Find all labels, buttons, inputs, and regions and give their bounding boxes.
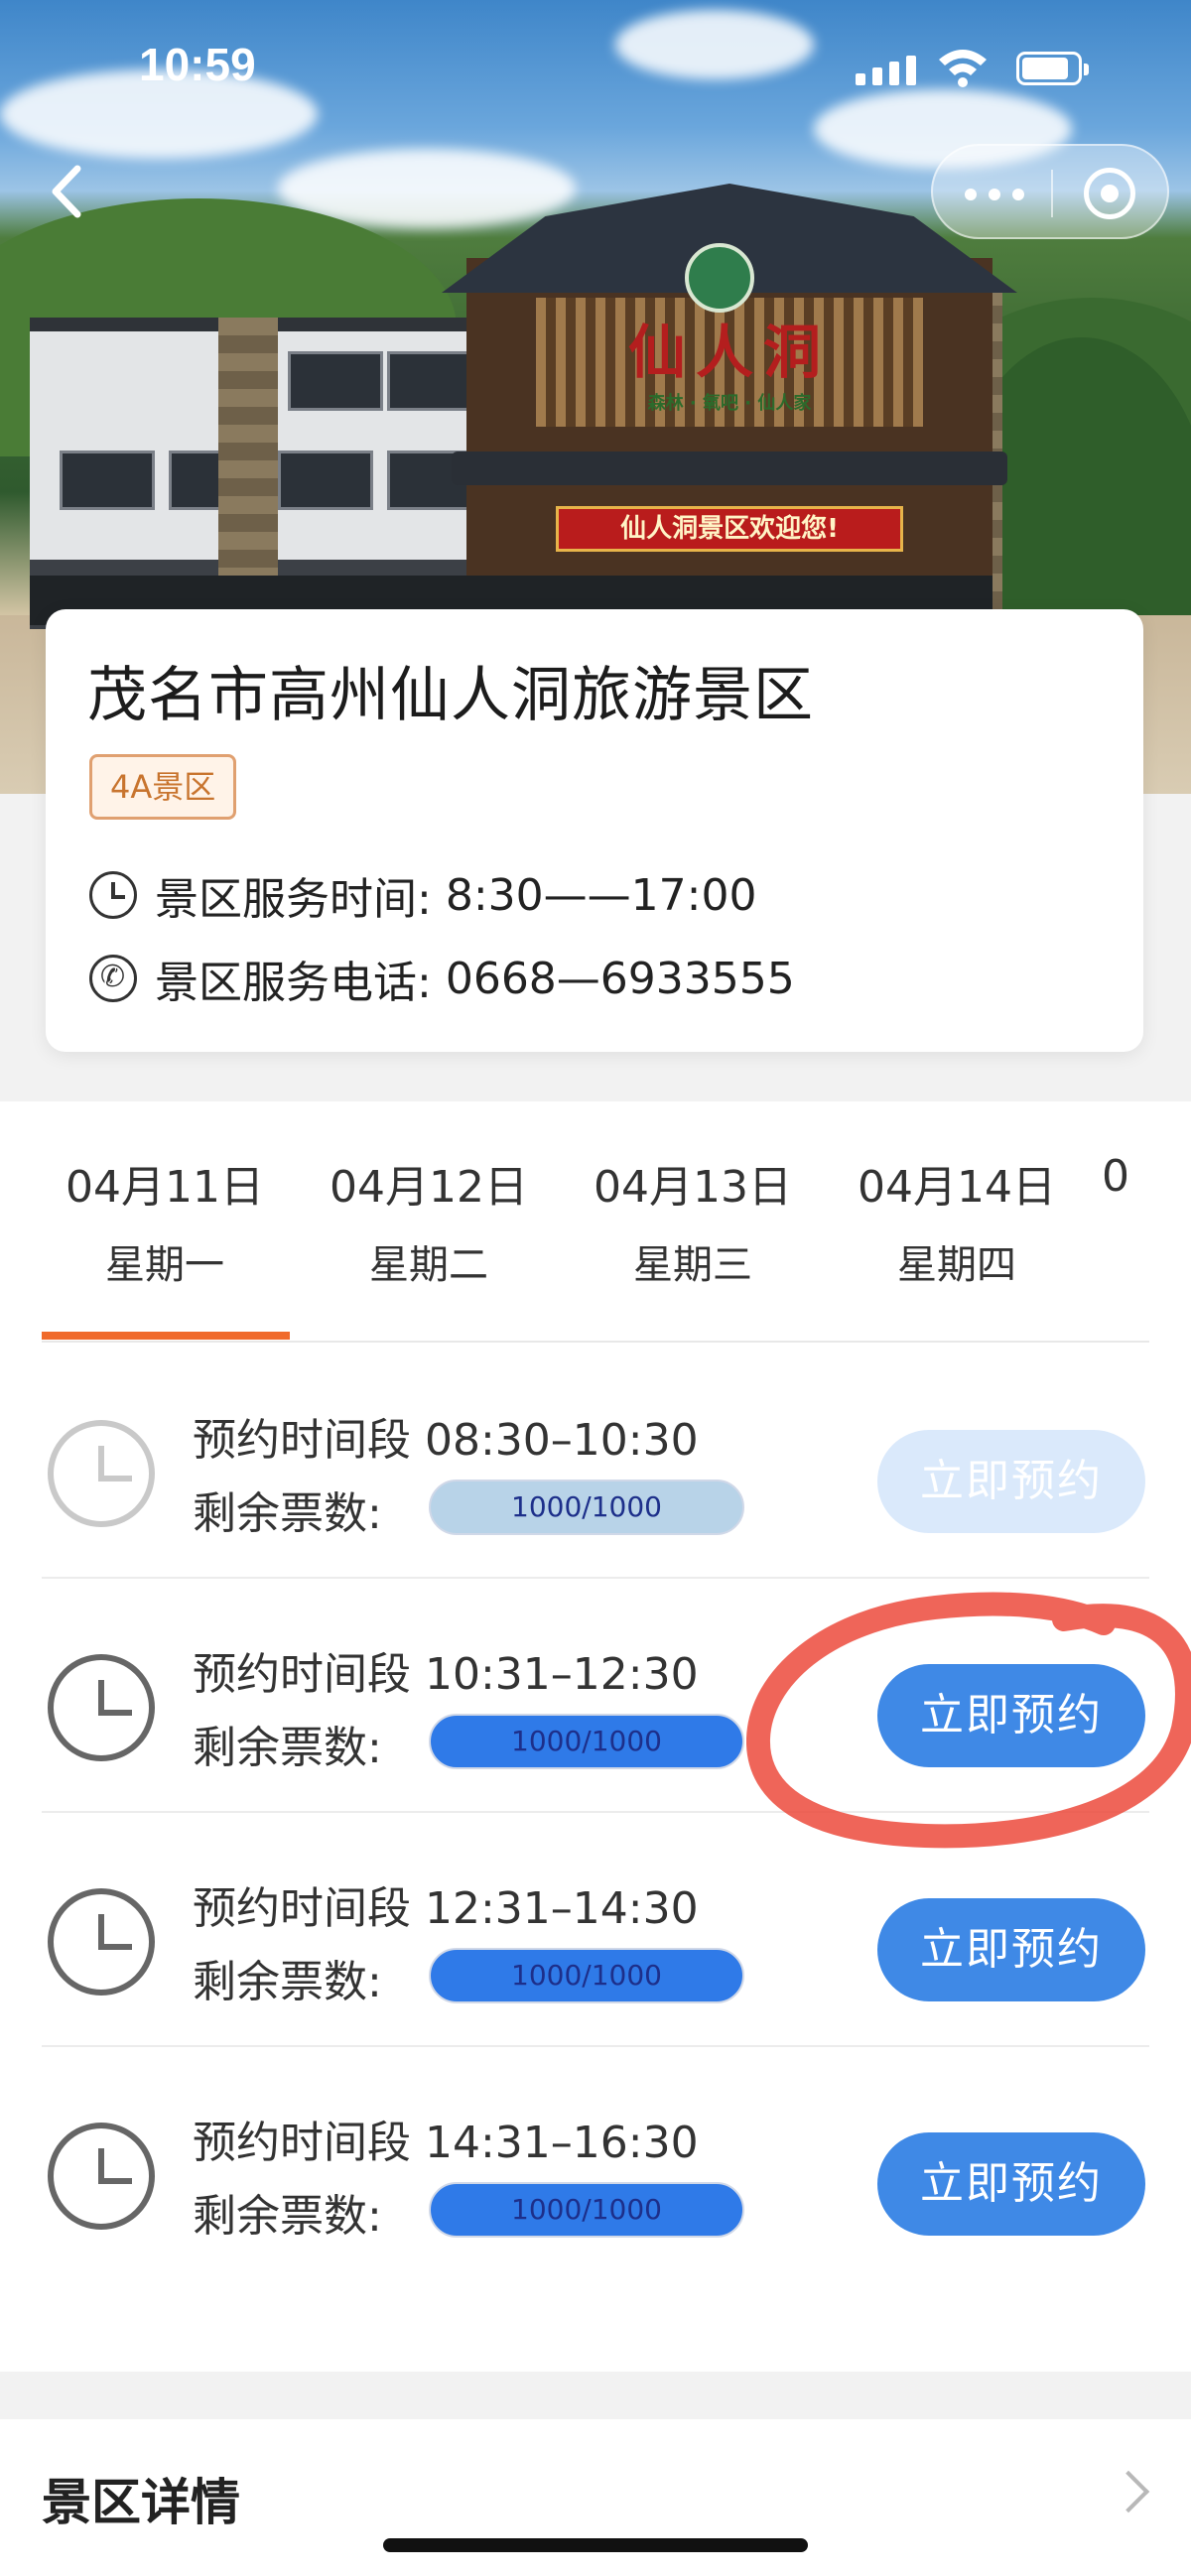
home-indicator[interactable] (383, 2538, 808, 2552)
scenic-info-card: 茂名市高州仙人洞旅游景区 4A景区 景区服务时间: 8:30——17:00 景区… (46, 609, 1143, 1052)
service-hours-label: 景区服务时间: (155, 874, 432, 925)
remaining-label: 剩余票数: (193, 1488, 382, 1539)
cellular-signal-icon (856, 54, 917, 85)
service-phone-label: 景区服务电话: (155, 958, 432, 1008)
date-tab-date: 04月12日 (330, 1162, 528, 1213)
stone-pillar (218, 318, 278, 615)
remaining-tickets-bar: 1000/1000 (429, 1480, 744, 1535)
slot-time-label: 预约时间段 14:31–16:30 (193, 2118, 699, 2168)
window (60, 451, 155, 510)
date-tab[interactable]: 04月14日 星期四 (838, 1151, 1076, 1290)
phone-icon (89, 955, 137, 1002)
remaining-tickets-bar: 1000/1000 (429, 1948, 744, 2003)
date-tab-date: 04月11日 (66, 1162, 264, 1213)
service-phone-value[interactable]: 0668—6933555 (446, 954, 795, 1004)
window (288, 351, 383, 411)
wifi-icon (939, 50, 987, 87)
welcome-banner: 仙人洞景区欢迎您! (556, 506, 903, 552)
remaining-label: 剩余票数: (193, 2191, 382, 2242)
date-tabs: 04月11日 星期一 04月12日 星期二 04月13日 星期三 04月14日 … (0, 1101, 1191, 1345)
page: 仙人洞 森林 · 氧吧 · 仙人家 仙人洞景区欢迎您! 10:59 茂名市高州仙… (0, 0, 1191, 2576)
target-icon[interactable] (1084, 168, 1135, 219)
scenic-details-row[interactable]: 景区详情 (0, 2419, 1191, 2576)
date-tab-weekday: 星期一 (105, 1242, 224, 1288)
date-tab[interactable]: 04月13日 星期三 (574, 1151, 812, 1290)
active-tab-indicator (42, 1332, 290, 1340)
remaining-label: 剩余票数: (193, 1723, 382, 1773)
date-tab-weekday: 星期四 (897, 1242, 1016, 1288)
date-tab-partial[interactable]: 0 (1102, 1151, 1161, 1202)
scenic-name: 茂名市高州仙人洞旅游景区 (87, 661, 814, 730)
miniprogram-capsule (931, 144, 1169, 239)
battery-icon (1016, 52, 1089, 85)
window (278, 451, 373, 510)
date-tab-date: 0 (1102, 1151, 1129, 1202)
book-now-button[interactable]: 立即预约 (877, 2132, 1145, 2236)
clock-icon (48, 2123, 155, 2230)
date-tab-date: 04月14日 (858, 1162, 1056, 1213)
clock-icon (89, 871, 137, 919)
status-bar: 10:59 (0, 0, 1191, 139)
rating-badge: 4A景区 (89, 754, 237, 820)
remaining-tickets-bar: 1000/1000 (429, 1714, 744, 1769)
back-icon[interactable] (40, 157, 99, 226)
tabs-divider (42, 1341, 1149, 1343)
date-tab-date: 04月13日 (594, 1162, 792, 1213)
service-phone-row[interactable]: 景区服务电话: 0668—6933555 (89, 949, 795, 1008)
book-now-button[interactable]: 立即预约 (877, 1898, 1145, 2001)
slot-time-label: 预约时间段 08:30–10:30 (193, 1415, 699, 1466)
service-hours-value: 8:30——17:00 (445, 869, 757, 921)
clock-icon (48, 1420, 155, 1527)
clock-icon (48, 1654, 155, 1761)
book-now-button[interactable]: 立即预约 (877, 1430, 1145, 1533)
building-sign: 仙人洞 (627, 319, 831, 386)
slot-time-label: 预约时间段 12:31–14:30 (193, 1883, 699, 1934)
clock-icon (48, 1888, 155, 1996)
eave (452, 451, 1007, 485)
date-tab-weekday: 星期二 (369, 1242, 488, 1288)
slot-time-label: 预约时间段 10:31–12:30 (193, 1649, 699, 1700)
remaining-tickets-bar: 1000/1000 (429, 2182, 744, 2238)
date-tab[interactable]: 04月12日 星期二 (310, 1151, 548, 1290)
red-circle-annotation (746, 1592, 1191, 1849)
date-tab-weekday: 星期三 (633, 1242, 752, 1288)
time-slot: 预约时间段 14:31–16:30 剩余票数: 1000/1000 立即预约 (0, 2047, 1191, 2281)
date-tab[interactable]: 04月11日 星期一 (46, 1151, 284, 1290)
building-sign-slogan: 森林 · 氧吧 · 仙人家 (647, 393, 812, 414)
more-icon[interactable] (965, 178, 1034, 209)
status-time: 10:59 (139, 39, 256, 90)
remaining-label: 剩余票数: (193, 1957, 382, 2007)
time-slot: 预约时间段 08:30–10:30 剩余票数: 1000/1000 立即预约 (0, 1345, 1191, 1579)
service-hours-row: 景区服务时间: 8:30——17:00 (89, 865, 756, 925)
capsule-divider (1051, 170, 1053, 217)
scenic-details-title: 景区详情 (42, 2474, 240, 2531)
chevron-right-icon (1107, 2470, 1150, 2513)
scenic-logo-icon (685, 243, 754, 313)
